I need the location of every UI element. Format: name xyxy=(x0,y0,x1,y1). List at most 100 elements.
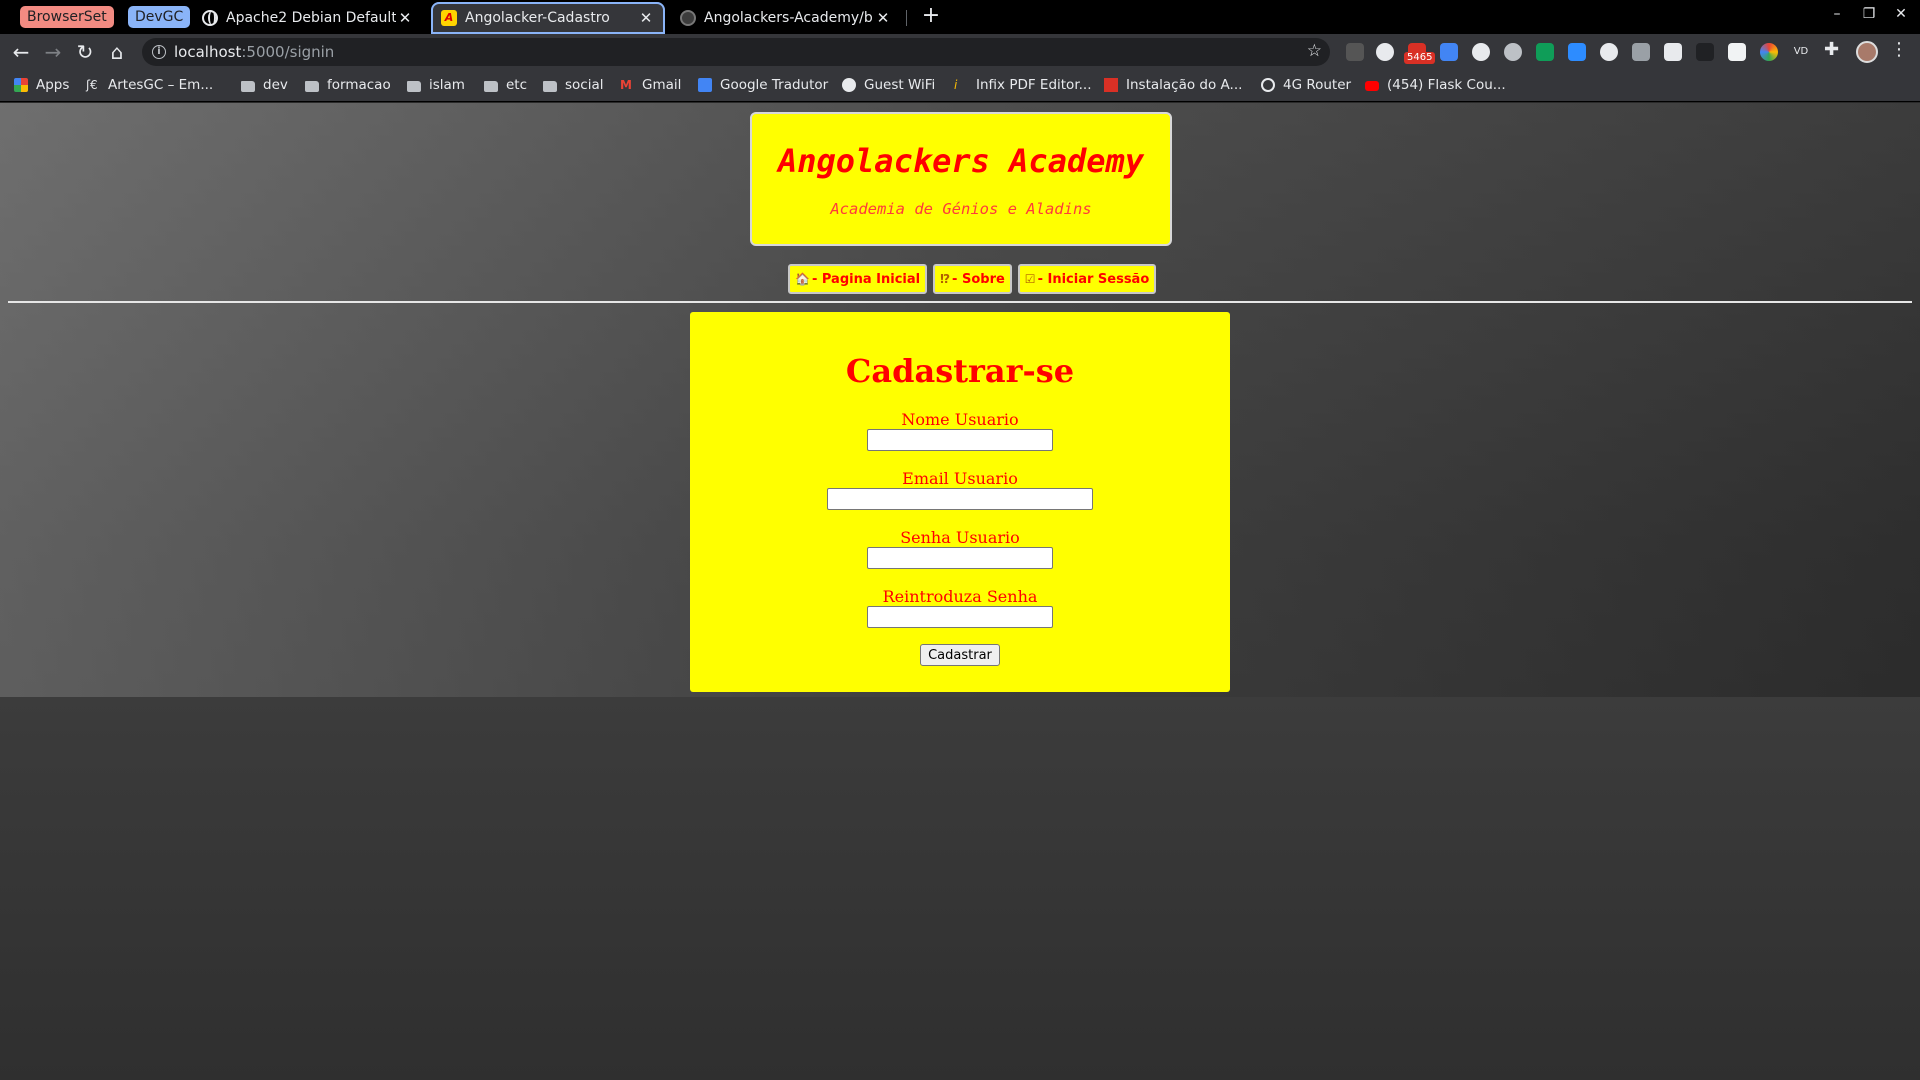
bookmark-star-icon[interactable]: ☆ xyxy=(1307,41,1322,61)
form-heading: Cadastrar-se xyxy=(845,352,1075,390)
site-title: Angolackers Academy xyxy=(777,142,1145,180)
close-icon[interactable]: ✕ xyxy=(874,9,892,27)
confirm-password-input[interactable] xyxy=(867,606,1053,628)
close-icon[interactable]: ✕ xyxy=(396,9,414,27)
horizontal-rule xyxy=(8,301,1912,303)
apps-grid-icon xyxy=(14,78,28,92)
restore-icon[interactable]: ❐ xyxy=(1858,6,1880,22)
bookmark-label: islam xyxy=(429,77,465,93)
nav-sobre[interactable]: ⁉ - Sobre xyxy=(933,264,1012,294)
adobe-icon xyxy=(1104,78,1118,92)
extension-pen-icon[interactable] xyxy=(1632,43,1650,61)
kebab-menu-icon[interactable]: ⋮ xyxy=(1890,39,1908,60)
folder-icon xyxy=(543,80,557,92)
bookmark-label: ArtesGC – Em... xyxy=(108,77,214,93)
bookmark-guest-wifi[interactable]: Guest WiFi xyxy=(842,77,935,93)
extension-l-icon[interactable] xyxy=(1696,43,1714,61)
bookmark-instalacao[interactable]: Instalação do A... xyxy=(1104,77,1242,93)
back-arrow-icon[interactable]: ← xyxy=(8,39,34,65)
bookmark-infix-pdf[interactable]: i Infix PDF Editor... xyxy=(954,77,1092,93)
bookmark-gmail[interactable]: M Gmail xyxy=(620,77,681,93)
signup-form: Cadastrar-se Nome Usuario Email Usuario … xyxy=(690,312,1230,692)
folder-icon xyxy=(407,80,421,92)
bookmark-google-tradutor[interactable]: Google Tradutor xyxy=(698,77,828,93)
nav-label: - Pagina Inicial xyxy=(811,271,921,287)
translate-icon[interactable] xyxy=(1440,43,1458,61)
zoom-icon[interactable] xyxy=(1568,43,1586,61)
bookmark-label: Instalação do A... xyxy=(1126,77,1243,93)
tab-group-browserset[interactable]: BrowserSet xyxy=(20,6,114,28)
email-label: Email Usuario xyxy=(902,469,1018,488)
mail-count-badge: 5465 xyxy=(1404,52,1436,64)
nav-label: - Sobre xyxy=(952,271,1005,287)
bookmark-artesgc[interactable]: ʃ€ ArtesGC – Em... xyxy=(86,77,213,93)
bookmark-folder-etc[interactable]: etc xyxy=(484,77,527,93)
password-input[interactable] xyxy=(867,547,1053,569)
bookmark-4g-router[interactable]: 4G Router xyxy=(1261,77,1351,93)
extension-calendar-icon[interactable] xyxy=(1728,43,1746,61)
username-label: Nome Usuario xyxy=(901,410,1019,429)
nav-iniciar-sessao[interactable]: ☑ - Iniciar Sessão xyxy=(1017,264,1157,294)
bookmark-label: Google Tradutor xyxy=(720,77,829,93)
forward-arrow-icon[interactable]: → xyxy=(40,39,66,65)
window-close-icon[interactable]: ✕ xyxy=(1890,6,1912,22)
info-icon[interactable]: i xyxy=(152,45,166,59)
url-host: localhost xyxy=(174,43,242,61)
url-path: :5000/signin xyxy=(241,43,335,61)
nav-label: - Iniciar Sessão xyxy=(1037,271,1150,287)
bookmark-label: Apps xyxy=(36,77,70,93)
bookmark-label: etc xyxy=(506,77,528,93)
tab-github-repo[interactable]: Angolackers-Academy/blo ✕ xyxy=(670,2,902,34)
bookmark-label: Gmail xyxy=(642,77,682,93)
bookmark-folder-social[interactable]: social xyxy=(543,77,604,93)
extension-tool-icon[interactable] xyxy=(1664,43,1682,61)
home-icon: 🏠 xyxy=(795,272,810,286)
color-picker-icon[interactable] xyxy=(1760,43,1778,61)
profile-avatar[interactable] xyxy=(1856,41,1878,63)
close-icon[interactable]: ✕ xyxy=(637,9,655,27)
url-text[interactable]: localhost:5000/signin xyxy=(174,43,334,61)
cadastrar-button[interactable]: Cadastrar xyxy=(920,644,1000,666)
address-bar[interactable]: i localhost:5000/signin ☆ xyxy=(142,38,1330,66)
tab-apache-default[interactable]: Apache2 Debian Default Pa ✕ xyxy=(192,2,424,34)
bookmark-label: 4G Router xyxy=(1283,77,1352,93)
bookmark-apps[interactable]: Apps xyxy=(14,77,69,93)
router-icon xyxy=(1261,78,1275,92)
bookmark-folder-formacao[interactable]: formacao xyxy=(305,77,391,93)
extension-green-icon[interactable] xyxy=(1536,43,1554,61)
bookmark-label: dev xyxy=(263,77,288,93)
bookmark-label: social xyxy=(565,77,604,93)
home-icon[interactable]: ⌂ xyxy=(104,39,130,65)
username-input[interactable] xyxy=(867,429,1053,451)
settings-gear-icon[interactable] xyxy=(1504,43,1522,61)
gmail-icon: M xyxy=(620,78,632,92)
password-label: Senha Usuario xyxy=(900,528,1020,547)
bookmark-flask-course[interactable]: (454) Flask Cou... xyxy=(1365,77,1506,93)
youtube-icon xyxy=(1365,81,1379,91)
nav-pagina-inicial[interactable]: 🏠 - Pagina Inicial xyxy=(788,264,928,294)
bookmark-folder-dev[interactable]: dev xyxy=(241,77,288,93)
new-tab-button[interactable]: + xyxy=(918,4,944,30)
bookmark-label: (454) Flask Cou... xyxy=(1387,77,1506,93)
extensions-puzzle-icon[interactable]: ✚ xyxy=(1824,39,1839,60)
minimize-icon[interactable]: – xyxy=(1826,6,1848,22)
tab-angolacker-cadastro[interactable]: A Angolacker-Cadastro ✕ xyxy=(431,2,665,34)
browser-toolbar: ← → ↻ ⌂ i localhost:5000/signin ☆ 5465 V… xyxy=(0,34,1920,70)
checkbox-icon: ☑ xyxy=(1024,272,1036,286)
site-favicon-icon: A xyxy=(441,10,457,26)
site-subtitle: Academia de Génios e Aladins xyxy=(830,200,1092,218)
extension-icon[interactable] xyxy=(1346,43,1364,61)
extension-cat-icon[interactable] xyxy=(1376,43,1394,61)
folder-icon xyxy=(484,80,498,92)
tab-title: Angolacker-Cadastro xyxy=(465,10,610,26)
extension-glasses-icon[interactable] xyxy=(1472,43,1490,61)
reload-icon[interactable]: ↻ xyxy=(72,39,98,65)
tab-group-devgc[interactable]: DevGC xyxy=(128,6,191,28)
site-header: Angolackers Academy Academia de Génios e… xyxy=(750,112,1172,246)
extension-vd-icon[interactable]: VD xyxy=(1792,43,1810,61)
extension-cloud-icon[interactable] xyxy=(1600,43,1618,61)
site-nav: 🏠 - Pagina Inicial ⁉ - Sobre ☑ - Iniciar… xyxy=(788,264,1157,294)
bookmark-folder-islam[interactable]: islam xyxy=(407,77,465,93)
folder-icon xyxy=(305,80,319,92)
email-input[interactable] xyxy=(827,488,1093,510)
